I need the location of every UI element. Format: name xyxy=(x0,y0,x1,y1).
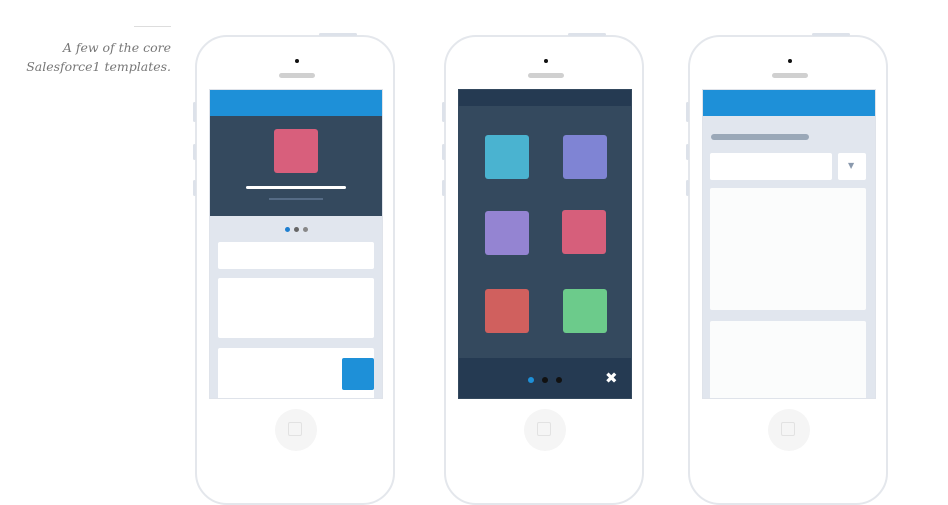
carousel-dot-active[interactable] xyxy=(528,377,534,383)
footer-bar: ✖ xyxy=(459,358,631,398)
phone-form-list: ▼ xyxy=(686,33,888,505)
mute-switch xyxy=(686,102,689,122)
text-input[interactable] xyxy=(710,153,832,180)
app-tile[interactable] xyxy=(485,211,529,255)
divider xyxy=(134,26,171,27)
speaker xyxy=(772,73,808,78)
card[interactable] xyxy=(710,321,866,398)
header-bar xyxy=(703,90,875,116)
power-button xyxy=(319,33,357,36)
action-button[interactable] xyxy=(342,358,374,390)
volume-down-button xyxy=(442,180,445,196)
section-title-line xyxy=(711,134,809,140)
caption-line-2: Salesforce1 templates. xyxy=(26,59,171,74)
volume-up-button xyxy=(193,144,196,160)
app-tile[interactable] xyxy=(485,289,529,333)
record-title-line xyxy=(246,186,346,189)
card[interactable] xyxy=(710,188,866,310)
carousel-dot-active[interactable] xyxy=(285,227,290,232)
volume-down-button xyxy=(193,180,196,196)
app-tile[interactable] xyxy=(563,289,607,333)
volume-up-button xyxy=(442,144,445,160)
caption: A few of the core Salesforce1 templates. xyxy=(26,38,171,76)
camera xyxy=(544,59,548,63)
card[interactable] xyxy=(218,278,374,338)
card[interactable] xyxy=(218,242,374,269)
dropdown-button[interactable]: ▼ xyxy=(838,153,866,180)
card[interactable] xyxy=(218,348,374,398)
screen: ✖ xyxy=(458,89,632,399)
app-tile[interactable] xyxy=(562,210,606,254)
mute-switch xyxy=(193,102,196,122)
carousel-dot[interactable] xyxy=(542,377,548,383)
header-bar xyxy=(210,90,382,116)
screen xyxy=(209,89,383,399)
mute-switch xyxy=(442,102,445,122)
carousel-dot[interactable] xyxy=(294,227,299,232)
camera xyxy=(788,59,792,63)
home-button xyxy=(275,409,317,451)
carousel-dot[interactable] xyxy=(303,227,308,232)
volume-down-button xyxy=(686,180,689,196)
close-icon[interactable]: ✖ xyxy=(605,369,618,387)
caption-line-1: A few of the core xyxy=(62,40,171,55)
home-button xyxy=(768,409,810,451)
speaker xyxy=(279,73,315,78)
volume-up-button xyxy=(686,144,689,160)
chevron-down-icon: ▼ xyxy=(848,161,855,170)
home-button xyxy=(524,409,566,451)
app-tile[interactable] xyxy=(485,135,529,179)
speaker xyxy=(528,73,564,78)
record-avatar xyxy=(274,129,318,173)
screen: ▼ xyxy=(702,89,876,399)
camera xyxy=(295,59,299,63)
power-button xyxy=(812,33,850,36)
record-hero xyxy=(210,116,382,216)
phone-app-launcher: ✖ xyxy=(442,33,644,505)
record-subtitle-line xyxy=(269,198,323,200)
power-button xyxy=(568,33,606,36)
phone-record-detail xyxy=(193,33,395,505)
carousel-dot[interactable] xyxy=(556,377,562,383)
app-tile[interactable] xyxy=(563,135,607,179)
status-bar xyxy=(459,90,631,106)
